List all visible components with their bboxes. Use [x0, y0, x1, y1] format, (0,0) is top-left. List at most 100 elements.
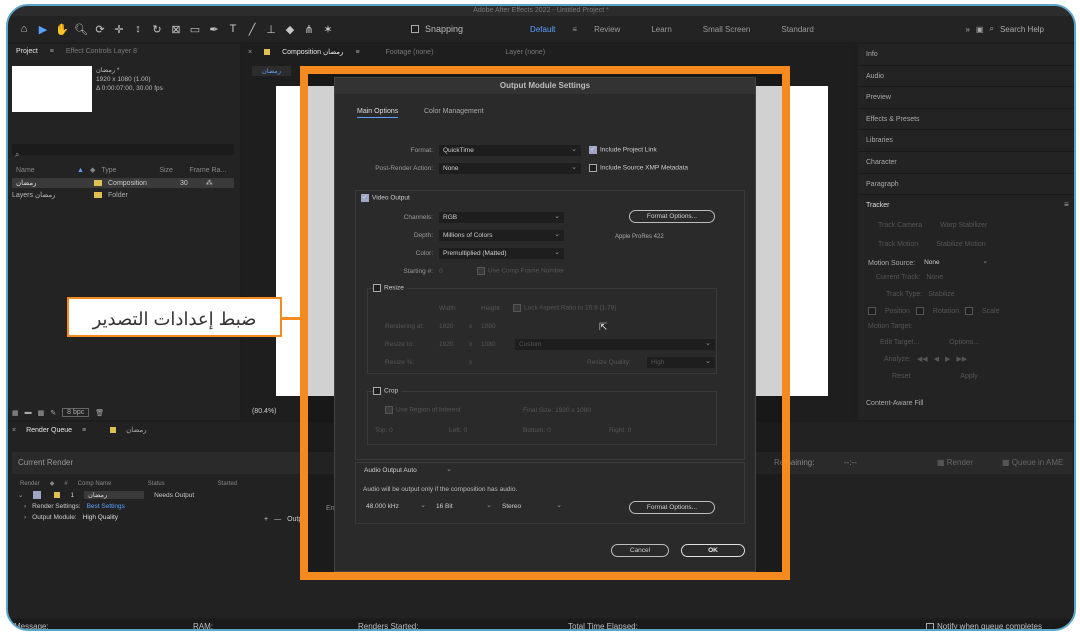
stabilize-motion-button[interactable]: Stabilize Motion: [936, 241, 985, 248]
panel-content-aware-fill[interactable]: Content-Aware Fill: [866, 400, 923, 407]
new-folder-icon[interactable]: ▬: [25, 409, 32, 416]
position-checkbox[interactable]: [868, 307, 876, 315]
analyze-forward-icon[interactable]: ▶: [945, 355, 950, 363]
queue-ame-button[interactable]: ▦ Queue in AME: [1002, 458, 1063, 467]
notify-checkbox[interactable]: [926, 622, 934, 629]
format-select[interactable]: QuickTime: [439, 145, 581, 156]
cancel-button[interactable]: Cancel: [611, 544, 669, 557]
audio-output-select[interactable]: Audio Output Auto: [361, 465, 455, 477]
resize-height[interactable]: 1080: [481, 341, 495, 348]
search-help[interactable]: » ▣ ⌕ Search Help: [965, 24, 1044, 34]
crop-toggle[interactable]: Crop: [373, 387, 402, 395]
options-button[interactable]: Options...: [949, 339, 979, 346]
dolly-tool-icon[interactable]: ↕: [132, 23, 144, 35]
col-render[interactable]: Render: [20, 481, 40, 487]
render-button[interactable]: ▦ Render: [937, 458, 973, 467]
motion-source-select[interactable]: None: [921, 257, 992, 269]
track-type-value[interactable]: Stabilize: [928, 291, 954, 298]
col-type[interactable]: Type: [101, 167, 153, 174]
panel-info[interactable]: Info: [858, 44, 1074, 66]
pan-tool-icon[interactable]: ✛: [113, 23, 125, 36]
workspace-learn[interactable]: Learn: [651, 25, 671, 34]
resize-toggle[interactable]: Resize: [373, 284, 407, 292]
menu-icon[interactable]: ≡: [50, 48, 54, 55]
tab-render-queue[interactable]: Render Queue: [26, 427, 72, 434]
crop-left[interactable]: Left: 0: [449, 427, 467, 434]
remove-output-icon[interactable]: —: [274, 516, 281, 523]
resize-preset-select[interactable]: Custom: [515, 339, 715, 350]
output-module-value[interactable]: High Quality: [83, 514, 118, 521]
tab-layer[interactable]: Layer (none): [505, 49, 545, 56]
brush-tool-icon[interactable]: ╱: [246, 23, 258, 36]
col-number[interactable]: #: [64, 481, 67, 487]
resize-quality-select[interactable]: High: [647, 357, 715, 368]
panel-effects-presets[interactable]: Effects & Presets: [858, 109, 1074, 131]
color-select[interactable]: Premultiplied (Matted): [439, 248, 564, 259]
panel-paragraph[interactable]: Paragraph: [858, 174, 1074, 196]
col-name[interactable]: Name: [16, 167, 71, 174]
scale-checkbox[interactable]: [964, 307, 973, 315]
rectangle-tool-icon[interactable]: ▭: [189, 23, 201, 36]
project-row[interactable]: Layers رمضان Folder: [12, 190, 234, 200]
workspace-review[interactable]: Review: [594, 25, 620, 34]
menu-icon[interactable]: ≡: [82, 427, 86, 434]
lock-aspect-checkbox[interactable]: [513, 304, 521, 312]
audio-channels-select[interactable]: Stereo: [499, 501, 565, 513]
resize-checkbox[interactable]: [373, 284, 381, 292]
workspace-default[interactable]: Default: [530, 25, 555, 34]
tab-color-management[interactable]: Color Management: [424, 108, 484, 115]
use-comp-frame[interactable]: Use Comp Frame Number: [477, 267, 564, 275]
trash-icon[interactable]: 🗑︎: [95, 409, 104, 417]
pen-tool-icon[interactable]: ✒: [208, 23, 220, 36]
interpret-footage-icon[interactable]: ▦: [12, 409, 19, 417]
channels-select[interactable]: RGB: [439, 212, 564, 223]
track-motion-button[interactable]: Track Motion: [878, 241, 918, 248]
crop-checkbox[interactable]: [373, 387, 381, 395]
rotation-checkbox[interactable]: [915, 307, 924, 315]
tab-project[interactable]: Project: [16, 48, 38, 55]
lock-aspect[interactable]: Lock Aspect Ratio to 16:9 (1.78): [513, 304, 617, 312]
new-comp-icon[interactable]: ▩: [38, 409, 45, 417]
render-settings-value[interactable]: Best Settings: [87, 503, 125, 510]
menu-icon[interactable]: ≡: [1064, 200, 1069, 209]
panel-character[interactable]: Character: [858, 152, 1074, 174]
clone-stamp-icon[interactable]: ⊥: [265, 23, 277, 36]
roto-brush-icon[interactable]: ⋔: [303, 23, 315, 36]
render-checkbox[interactable]: [33, 491, 42, 499]
eraser-tool-icon[interactable]: ◆: [284, 23, 296, 36]
tab-composition[interactable]: Composition رمضان: [282, 48, 343, 56]
use-comp-frame-checkbox[interactable]: [477, 267, 485, 275]
rotate-tool-icon[interactable]: ↻: [151, 23, 163, 36]
chevron-right-icon[interactable]: »: [965, 25, 969, 34]
menu-icon[interactable]: ≡: [572, 25, 577, 34]
col-size[interactable]: Size: [159, 167, 183, 174]
resize-width[interactable]: 1920: [439, 341, 453, 348]
crop-top[interactable]: Top: 0: [375, 427, 393, 434]
project-search-input[interactable]: ⌕: [12, 144, 234, 159]
anchor-tool-icon[interactable]: ⊠: [170, 23, 182, 36]
sample-rate-select[interactable]: 48.000 kHz: [363, 501, 429, 513]
starting-value[interactable]: 0: [439, 268, 443, 275]
render-queue-row[interactable]: ⌄ 1 رمضان Needs Output: [18, 491, 194, 499]
panel-tracker[interactable]: Tracker: [858, 195, 1074, 217]
hand-tool-icon[interactable]: ✋: [55, 23, 69, 36]
close-icon[interactable]: ×: [248, 49, 252, 56]
snapping-toggle[interactable]: Snapping: [411, 24, 463, 34]
bpc-button[interactable]: 8 bpc: [62, 408, 90, 417]
puppet-tool-icon[interactable]: ✶: [322, 23, 334, 36]
crop-bottom[interactable]: Bottom: 0: [523, 427, 551, 434]
use-roi[interactable]: Use Region of Interest: [385, 406, 461, 414]
workspace-standard[interactable]: Standard: [781, 25, 813, 34]
depth-select[interactable]: Millions of Colors: [439, 230, 564, 241]
include-project-link-checkbox[interactable]: ✓: [589, 146, 597, 154]
audio-format-options-button[interactable]: Format Options...: [629, 501, 715, 514]
settings-icon[interactable]: ✎: [50, 409, 56, 417]
include-xmp[interactable]: Include Source XMP Metadata: [589, 164, 688, 172]
chevron-right-icon[interactable]: ›: [24, 503, 26, 510]
orbit-tool-icon[interactable]: ⟳: [94, 23, 106, 36]
warp-stabilizer-button[interactable]: Warp Stabilizer: [940, 222, 987, 229]
apply-button[interactable]: Apply: [960, 373, 978, 380]
include-project-link[interactable]: ✓ Include Project Link: [589, 146, 657, 154]
tab-footage[interactable]: Footage (none): [386, 49, 434, 56]
close-icon[interactable]: ×: [12, 427, 16, 434]
